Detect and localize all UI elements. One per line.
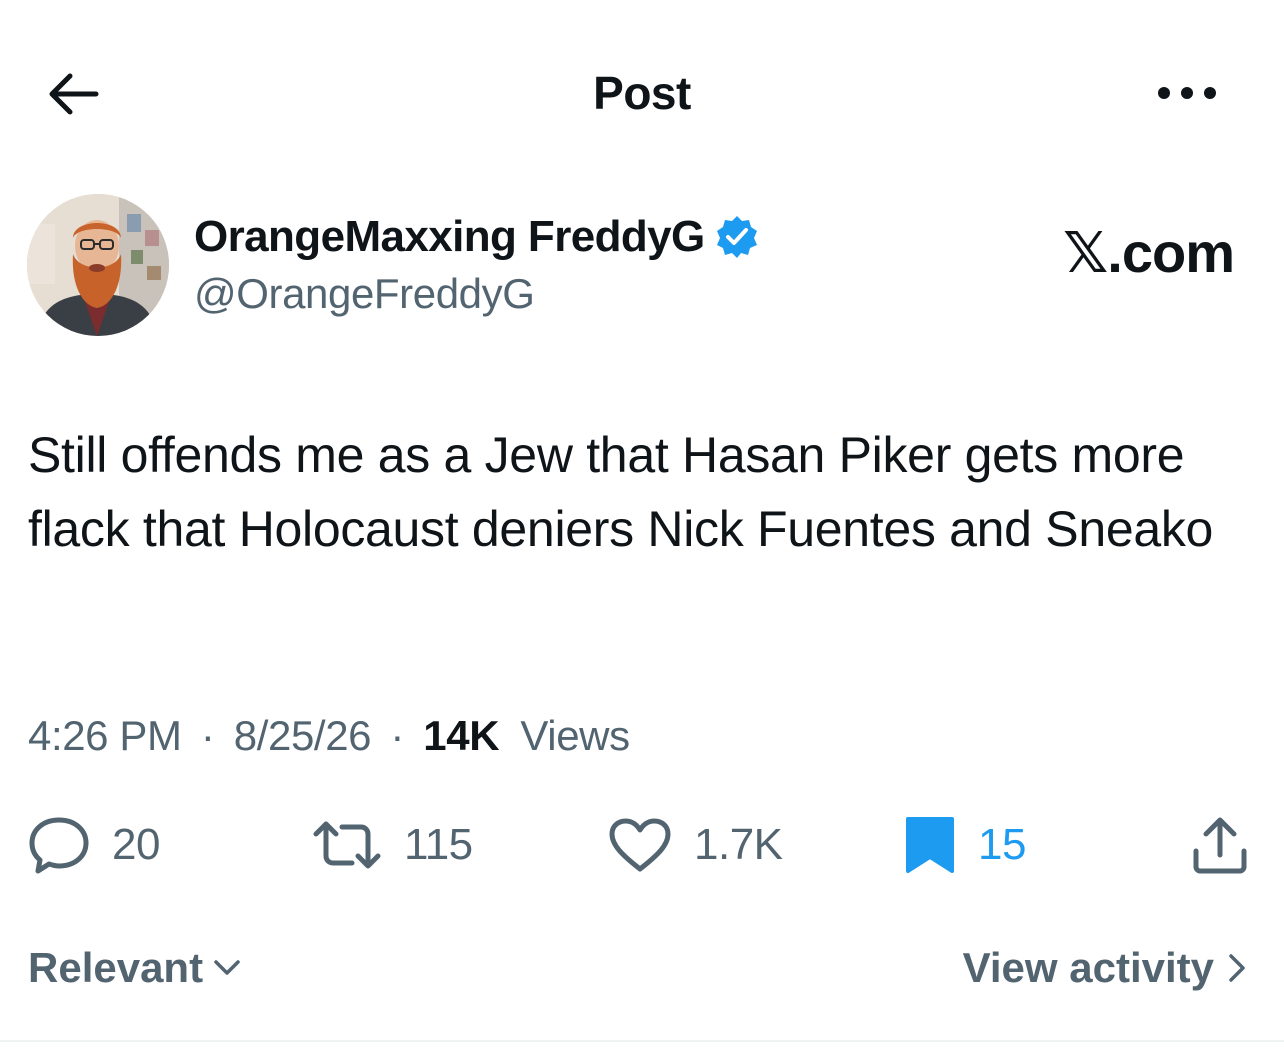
views-count: 14K bbox=[423, 712, 500, 759]
view-activity-label: View activity bbox=[962, 944, 1214, 991]
avatar[interactable] bbox=[27, 194, 169, 336]
sort-replies-dropdown[interactable]: Relevant bbox=[28, 944, 241, 992]
meta-separator: · bbox=[390, 712, 404, 759]
divider bbox=[0, 1040, 1284, 1042]
sort-label: Relevant bbox=[28, 944, 204, 991]
author-row: OrangeMaxxing FreddyG @OrangeFreddyG 𝕏.c… bbox=[0, 190, 1284, 350]
chevron-right-icon bbox=[1229, 954, 1245, 982]
verified-badge-icon bbox=[715, 215, 759, 259]
repost-button[interactable]: 115 bbox=[312, 810, 473, 880]
post-text: Still offends me as a Jew that Hasan Pik… bbox=[28, 427, 1214, 557]
repost-icon bbox=[313, 821, 381, 869]
more-horizontal-icon bbox=[1158, 87, 1216, 99]
post-page: Post OrangeMaxxing FreddyG @OrangeFreddy… bbox=[0, 0, 1284, 1050]
heart-icon bbox=[609, 818, 671, 872]
share-icon bbox=[1193, 817, 1247, 874]
display-name[interactable]: OrangeMaxxing FreddyG bbox=[194, 212, 705, 262]
top-bar: Post bbox=[0, 0, 1284, 180]
like-count: 1.7K bbox=[694, 820, 783, 869]
name-row: OrangeMaxxing FreddyG bbox=[194, 210, 759, 264]
meta-separator: · bbox=[200, 712, 215, 759]
bookmark-button[interactable]: 15 bbox=[904, 810, 1026, 880]
page-title: Post bbox=[593, 67, 691, 119]
avatar-image bbox=[27, 194, 169, 336]
like-button[interactable]: 1.7K bbox=[608, 810, 783, 880]
post-date[interactable]: 8/25/26 bbox=[234, 712, 372, 759]
views-label: Views bbox=[520, 712, 630, 759]
reply-count: 20 bbox=[112, 820, 160, 869]
post-meta: 4:26 PM · 8/25/26 · 14K Views bbox=[28, 712, 630, 760]
action-bar: 20 115 1.7K 15 bbox=[0, 800, 1284, 890]
view-activity-link[interactable]: View activity bbox=[963, 944, 1246, 992]
reply-icon bbox=[29, 817, 89, 874]
x-com-watermark: 𝕏.com bbox=[1063, 221, 1235, 284]
reply-button[interactable]: 20 bbox=[28, 810, 160, 880]
chevron-down-icon bbox=[214, 960, 240, 975]
user-handle[interactable]: @OrangeFreddyG bbox=[194, 270, 535, 318]
repost-count: 115 bbox=[404, 820, 473, 869]
more-options-button[interactable] bbox=[1152, 78, 1222, 108]
bookmark-filled-icon bbox=[906, 817, 954, 873]
post-time[interactable]: 4:26 PM bbox=[28, 712, 182, 759]
share-button[interactable] bbox=[1190, 810, 1250, 880]
replies-footer: Relevant View activity bbox=[0, 930, 1284, 1010]
bookmark-count: 15 bbox=[978, 820, 1026, 869]
